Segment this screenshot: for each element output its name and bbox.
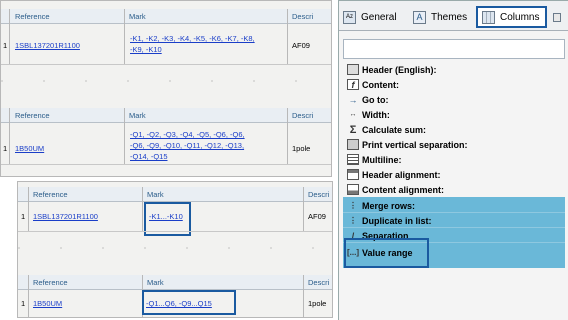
reference-link[interactable]: 1B50UM xyxy=(33,299,62,308)
header-icon xyxy=(347,64,359,75)
row-number: 1 xyxy=(21,299,26,308)
header-alignment-icon xyxy=(347,169,359,180)
column-divider xyxy=(142,187,143,231)
table-header: Reference Mark Descri xyxy=(18,187,332,202)
column-divider xyxy=(28,187,29,231)
table-header: Reference Mark Descri xyxy=(1,9,331,24)
mark-range-highlight xyxy=(142,290,236,315)
property-label: Duplicate in list: xyxy=(362,215,432,226)
row-separator xyxy=(18,231,332,232)
tab-columns[interactable]: Columns xyxy=(476,6,548,28)
property-label: Go to: xyxy=(362,94,389,105)
description-cell: 1pole xyxy=(292,144,311,153)
description-cell: AF09 xyxy=(308,212,326,221)
header-reference: Reference xyxy=(33,190,68,199)
property-multiline[interactable]: Multiline: xyxy=(347,152,565,167)
property-content-alignment[interactable]: Content alignment: xyxy=(347,182,565,197)
property-label: Content alignment: xyxy=(362,184,444,195)
column-divider xyxy=(287,9,288,64)
tab-columns-label: Columns xyxy=(500,11,540,23)
multiline-icon xyxy=(347,154,359,165)
content-alignment-icon xyxy=(347,184,359,195)
column-divider xyxy=(124,108,125,164)
columns-tab-icon xyxy=(482,10,495,24)
property-label: Merge rows: xyxy=(362,200,416,211)
themes-tab-icon: A xyxy=(413,10,426,24)
tab-themes[interactable]: A Themes xyxy=(413,6,467,28)
grid-dots xyxy=(18,243,332,253)
grid-dots xyxy=(1,76,331,86)
tab-general[interactable]: Az General xyxy=(343,6,397,28)
property-label: Print vertical separation: xyxy=(362,139,468,150)
column-divider xyxy=(28,275,29,317)
content-icon: f xyxy=(347,79,359,90)
top-table-panel: Reference Mark Descri 1 1SBL137201R1100 … xyxy=(0,0,332,177)
mark-link-line1[interactable]: -Q1, -Q2, -Q3, -Q4, -Q5, -Q6, -Q6, xyxy=(130,130,245,139)
column-divider xyxy=(303,187,304,231)
header-reference: Reference xyxy=(15,111,50,120)
header-reference: Reference xyxy=(33,278,68,287)
reference-link[interactable]: 1SBL137201R1100 xyxy=(33,212,98,221)
property-content[interactable]: f Content: xyxy=(347,77,565,92)
header-reference: Reference xyxy=(15,12,50,21)
property-duplicate-in-list[interactable]: ⋮ Duplicate in list: xyxy=(347,213,565,228)
sum-icon: Σ xyxy=(349,123,357,136)
row-number: 1 xyxy=(21,212,26,221)
reference-link[interactable]: 1B50UM xyxy=(15,144,44,153)
description-cell: AF09 xyxy=(292,41,310,50)
mark-link-line2[interactable]: -Q6, -Q9, -Q10, -Q11, -Q12, -Q13, xyxy=(130,141,244,150)
row-number: 1 xyxy=(3,41,8,50)
general-tab-icon: Az xyxy=(343,10,356,24)
property-width[interactable]: ↔ Width: xyxy=(347,107,565,122)
column-divider xyxy=(9,108,10,164)
merge-rows-icon: ⋮ xyxy=(349,201,357,210)
table-header: Reference Mark Descri xyxy=(18,275,332,290)
header-mark: Mark xyxy=(129,111,146,120)
column-divider xyxy=(9,9,10,64)
property-label: Content: xyxy=(362,79,399,90)
print-icon xyxy=(347,139,359,150)
column-divider xyxy=(124,9,125,64)
header-mark: Mark xyxy=(129,12,146,21)
property-merge-rows[interactable]: ⋮ Merge rows: xyxy=(347,198,565,213)
header-mark: Mark xyxy=(147,190,164,199)
tab-general-label: General xyxy=(361,11,397,23)
mark-link-line1[interactable]: -K1, -K2, -K3, -K4, -K5, -K6, -K7, -K8, xyxy=(130,34,255,43)
tab-themes-label: Themes xyxy=(431,11,468,23)
goto-arrow-icon: → xyxy=(348,94,358,105)
property-print-vertical[interactable]: Print vertical separation: xyxy=(347,137,565,152)
duplicate-icon: ⋮ xyxy=(349,216,357,225)
header-mark: Mark xyxy=(147,278,164,287)
description-cell: 1pole xyxy=(308,299,327,308)
width-icon: ↔ xyxy=(349,111,357,118)
property-label: Calculate sum: xyxy=(362,124,427,135)
bottom-table-panel: Reference Mark Descri 1 1SBL137201R1100 … xyxy=(17,181,333,318)
tab-bar: Az General A Themes Columns xyxy=(339,1,568,31)
property-header-alignment[interactable]: Header alignment: xyxy=(347,167,565,182)
header-description: Descri xyxy=(292,12,314,21)
row-separator xyxy=(1,164,331,165)
property-label: Header alignment: xyxy=(362,169,441,180)
property-calculate-sum[interactable]: Σ Calculate sum: xyxy=(347,122,565,137)
property-header[interactable]: Header (English): xyxy=(347,62,565,77)
property-goto[interactable]: → Go to: xyxy=(347,92,565,107)
mark-link-line2[interactable]: -K9, -K10 xyxy=(130,45,162,54)
header-description: Descri xyxy=(308,190,330,199)
overflow-tab-icon[interactable] xyxy=(553,13,561,22)
mark-link-line3[interactable]: -Q14, -Q15 xyxy=(130,152,168,161)
row-number: 1 xyxy=(3,144,8,153)
property-label: Multiline: xyxy=(362,154,402,165)
column-properties-panel: Az General A Themes Columns Header (Engl… xyxy=(338,0,568,320)
row-separator xyxy=(1,64,331,65)
property-filter-input[interactable] xyxy=(343,39,565,59)
column-divider xyxy=(303,275,304,317)
table-header: Reference Mark Descri xyxy=(1,108,331,123)
property-label: Header (English): xyxy=(362,64,437,75)
reference-link[interactable]: 1SBL137201R1100 xyxy=(15,41,80,50)
property-label: Width: xyxy=(362,109,390,120)
value-range-highlight xyxy=(344,238,429,268)
header-description: Descri xyxy=(292,111,314,120)
column-divider xyxy=(287,108,288,164)
header-description: Descri xyxy=(308,278,330,287)
